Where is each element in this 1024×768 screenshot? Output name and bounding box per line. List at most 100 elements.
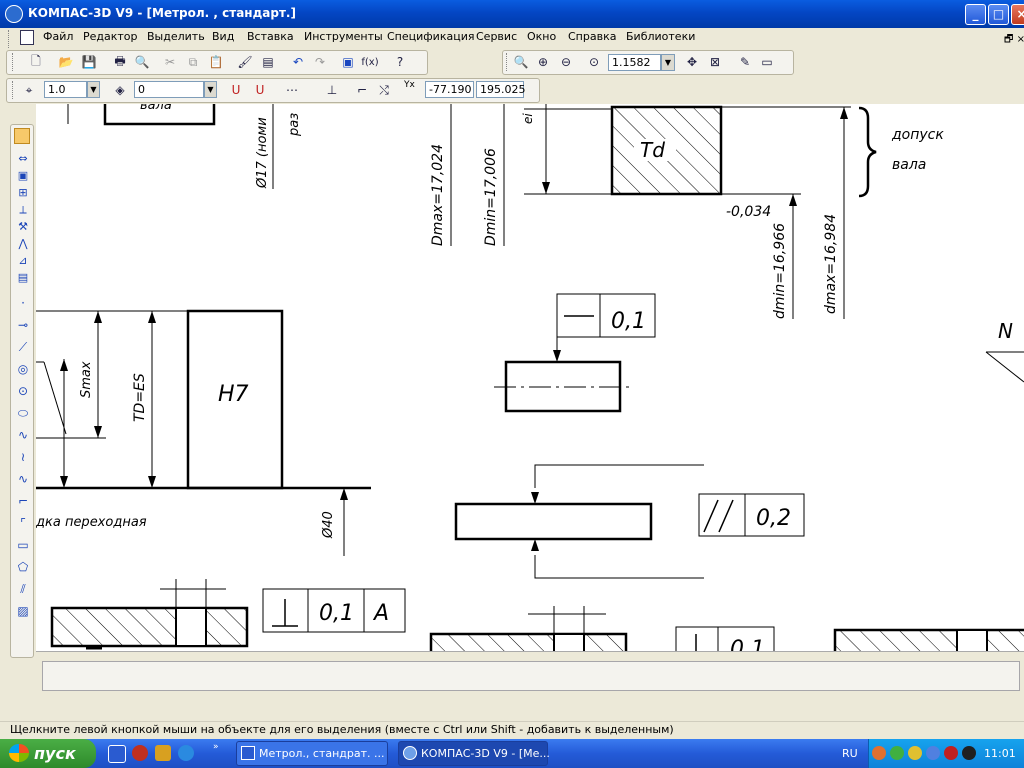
taskbar-item-word[interactable]: Метрол., стандрат. ...: [236, 741, 388, 766]
tray-network-icon[interactable]: [890, 746, 904, 760]
print-preview-icon[interactable]: 🔍: [132, 52, 152, 72]
menu-help[interactable]: Справка: [568, 30, 616, 43]
zoom-out-icon[interactable]: ⊖: [556, 52, 576, 72]
label-d17: Ø17 (номи: [255, 117, 270, 189]
minimize-icon: _: [972, 7, 979, 21]
label-tolerance-2: вала: [892, 157, 926, 173]
drawing-svg: вала Ø17 (номи раз Dmax=17,024 Dmin=17,0…: [36, 104, 1024, 651]
close-button[interactable]: ×: [1011, 4, 1024, 25]
zoom-in-icon[interactable]: ⊕: [533, 52, 553, 72]
parallel-part-rect: [454, 502, 653, 541]
cursor-coords-icon: Yx: [404, 80, 415, 90]
label-dmin: Dmin=17,006: [483, 148, 499, 246]
display-mode-icon[interactable]: ▭: [757, 52, 777, 72]
ortho-icon[interactable]: ⊥: [322, 80, 342, 100]
tray-shield-icon[interactable]: [926, 746, 940, 760]
taskbar-item-kompas[interactable]: КОМПАС-3D V9 - [Ме...: [398, 741, 550, 766]
media-quicklaunch-icon[interactable]: [132, 745, 148, 761]
tray-app-icon[interactable]: [908, 746, 922, 760]
kompas-task-icon: [403, 746, 417, 760]
label-smax: Smax: [79, 361, 94, 398]
properties-panel-content[interactable]: [42, 661, 1020, 691]
label-ei: ei: [521, 113, 535, 124]
perpendicularity-value: 0,1: [319, 601, 354, 626]
ie-quicklaunch-icon[interactable]: [178, 745, 194, 761]
tray-alert-icon[interactable]: [944, 746, 958, 760]
tolerance-brace: [858, 106, 877, 198]
zoom-dropdown-button[interactable]: ▼: [661, 54, 675, 71]
manager-icon[interactable]: ▣: [338, 52, 358, 72]
layers-icon[interactable]: ◈: [110, 80, 130, 100]
menu-service[interactable]: Сервис: [476, 30, 517, 43]
redraw-icon[interactable]: ✎: [735, 52, 755, 72]
menu-libraries[interactable]: Библиотеки: [626, 30, 695, 43]
zoom-scale-icon[interactable]: ⊙: [584, 52, 604, 72]
label-shaft-top: вала: [140, 104, 172, 113]
cursor-x-field[interactable]: -77.190: [425, 81, 474, 98]
menu-tools[interactable]: Инструменты: [304, 30, 383, 43]
save-icon[interactable]: 💾: [79, 52, 99, 72]
scale-dropdown-button[interactable]: ▼: [87, 81, 100, 98]
label-to-es: TD=ES: [132, 373, 148, 422]
snap-magnet-icon[interactable]: U: [226, 80, 246, 100]
document-icon[interactable]: [20, 30, 34, 45]
context-help-icon[interactable]: ?: [390, 52, 410, 72]
print-icon[interactable]: 🖶: [110, 52, 130, 72]
show-all-icon[interactable]: ⊠: [705, 52, 725, 72]
word-quicklaunch-icon[interactable]: [108, 745, 126, 763]
tray-expand-icon[interactable]: [872, 746, 886, 760]
snap-settings-icon[interactable]: U: [250, 80, 270, 100]
open-file-icon[interactable]: 📂: [56, 52, 76, 72]
maximize-button[interactable]: □: [988, 4, 1009, 25]
standard-toolbar-grip[interactable]: [12, 53, 16, 71]
undo-icon[interactable]: ↶: [288, 52, 308, 72]
zoom-input[interactable]: 1.1582: [608, 54, 661, 71]
tray-k-icon[interactable]: [962, 746, 976, 760]
new-file-icon[interactable]: 🗋: [26, 52, 46, 72]
cursor-y-field[interactable]: 195.025: [476, 81, 526, 98]
perp-part-rect: [50, 606, 249, 648]
copy-icon[interactable]: ⧉: [183, 52, 203, 72]
label-d-max: dmax=16,984: [823, 214, 839, 314]
bottom-tolerance-value: 0,1: [730, 637, 765, 651]
cut-icon[interactable]: ✂: [160, 52, 180, 72]
quicklaunch-chevron-icon[interactable]: »: [213, 742, 219, 752]
menu-specification[interactable]: Спецификация: [387, 30, 474, 43]
kompas-app-icon[interactable]: [5, 5, 23, 23]
mdi-window-controls[interactable]: 🗗 ×: [1004, 32, 1024, 49]
scale-input[interactable]: 1.0: [44, 81, 87, 98]
paste-icon[interactable]: 📋: [206, 52, 226, 72]
compact-panel-switch-icons[interactable]: ⇔ ▣ ⊞ ⟂ ⚒ ⋀ ⊿ ▤: [15, 150, 31, 286]
view-toolbar-grip[interactable]: [506, 53, 510, 71]
language-indicator[interactable]: RU: [842, 747, 858, 760]
geometry-panel-icon[interactable]: [14, 128, 30, 144]
parameterize-icon[interactable]: ⤭: [374, 80, 394, 100]
pan-icon[interactable]: ✥: [682, 52, 702, 72]
minimize-button[interactable]: _: [965, 4, 986, 25]
grid-icon[interactable]: ⋯: [282, 80, 302, 100]
label-dmax: Dmax=17,024: [430, 144, 446, 246]
layer-input[interactable]: 0: [134, 81, 204, 98]
menu-insert[interactable]: Вставка: [247, 30, 294, 43]
geometry-tools-icons[interactable]: · ⊸ ⟋ ◎ ⊙ ⬭ ∿ ≀ ∿ ⌐ ⌜ ▭ ⬠ ⫽ ▨: [15, 292, 31, 622]
local-cs-icon[interactable]: ⌖: [19, 80, 39, 100]
start-label: пуск: [34, 744, 76, 763]
layer-dropdown-button[interactable]: ▼: [204, 81, 217, 98]
menu-grip[interactable]: [8, 30, 12, 48]
zoom-window-icon[interactable]: 🔍: [511, 52, 531, 72]
variables-fx-icon[interactable]: f(x): [360, 52, 380, 72]
round-icon[interactable]: ⌐: [352, 80, 372, 100]
menu-window[interactable]: Окно: [527, 30, 556, 43]
menu-editor[interactable]: Редактор: [83, 30, 138, 43]
menu-view[interactable]: Вид: [212, 30, 234, 43]
current-state-grip[interactable]: [12, 81, 16, 99]
properties-icon[interactable]: ▤: [258, 52, 278, 72]
bottom-part-rect: [429, 632, 628, 651]
format-brush-icon[interactable]: 🖌: [235, 52, 255, 72]
redo-icon[interactable]: ↷: [310, 52, 330, 72]
drawing-canvas[interactable]: вала Ø17 (номи раз Dmax=17,024 Dmin=17,0…: [36, 104, 1024, 651]
menu-file[interactable]: Файл: [43, 30, 73, 43]
app-quicklaunch-icon[interactable]: [155, 745, 171, 761]
menu-select[interactable]: Выделить: [147, 30, 205, 43]
label-n-mark: N: [998, 319, 1013, 343]
